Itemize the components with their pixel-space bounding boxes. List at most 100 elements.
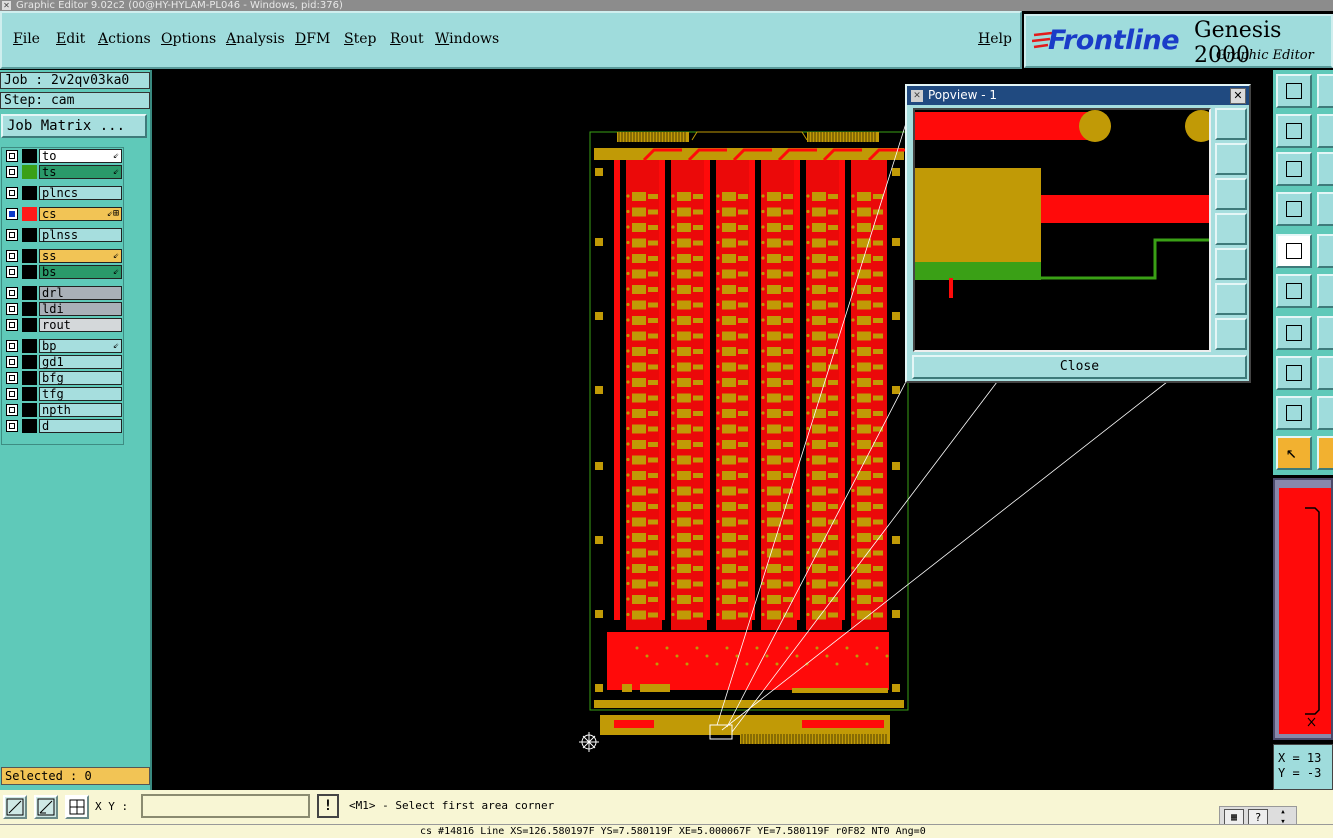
draw-line-button-alt[interactable]: [1317, 316, 1333, 350]
layer-checkbox[interactable]: [6, 388, 18, 400]
connectivity-button-alt[interactable]: [1317, 274, 1333, 308]
layer-name[interactable]: ss ⇙: [39, 249, 122, 263]
popview-close-button[interactable]: Close: [912, 355, 1247, 379]
layer-name[interactable]: d: [39, 419, 122, 433]
popview-zoom-out-button[interactable]: [1215, 283, 1247, 315]
layer-row-gd1[interactable]: gd1: [4, 355, 122, 369]
popview-pan-right-button[interactable]: [1215, 248, 1247, 280]
layer-checkbox[interactable]: [6, 166, 18, 178]
layer-checkbox[interactable]: [6, 266, 18, 278]
draw-line-button[interactable]: [1276, 316, 1312, 350]
menu-rout[interactable]: Rout: [390, 31, 424, 47]
menu-windows[interactable]: Windows: [435, 31, 499, 47]
layer-checkbox[interactable]: [6, 404, 18, 416]
layer-color-swatch: [22, 228, 37, 242]
layer-row-plncs[interactable]: plncs: [4, 186, 122, 200]
menu-file[interactable]: File: [13, 31, 40, 47]
add-polygon-button-alt[interactable]: [1317, 396, 1333, 430]
zoom-area-tool-button[interactable]: [3, 795, 27, 819]
popview-close-icon[interactable]: ✕: [1230, 88, 1246, 104]
layer-name[interactable]: plnss: [39, 228, 122, 242]
menu-dfm[interactable]: DFM: [295, 31, 330, 47]
menu-analysis[interactable]: Analysis: [226, 31, 285, 47]
popview-title-bar[interactable]: ✕ Popview - 1 ✕: [907, 86, 1249, 105]
warning-button[interactable]: !: [317, 794, 339, 818]
popview-zoomed-view[interactable]: [913, 108, 1211, 352]
layer-row-ss[interactable]: ss ⇙: [4, 249, 122, 263]
layer-row-bs[interactable]: bs ⇙: [4, 265, 122, 279]
layer-checkbox[interactable]: [6, 356, 18, 368]
layer-row-ldi[interactable]: ldi: [4, 302, 122, 316]
layer-row-drl[interactable]: drl: [4, 286, 122, 300]
overview-minimap[interactable]: [1273, 478, 1333, 740]
layer-name[interactable]: gd1: [39, 355, 122, 369]
xy-input[interactable]: [141, 794, 310, 818]
layer-name[interactable]: cs ⇙⊞: [39, 207, 122, 221]
menu-bar: File Edit Actions Options Analysis DFM S…: [0, 11, 1022, 69]
fit-view-button-alt[interactable]: [1317, 152, 1333, 186]
add-pad-button-alt[interactable]: [1317, 356, 1333, 390]
layer-checkbox[interactable]: [6, 303, 18, 315]
select-pointer-button[interactable]: ↖: [1276, 436, 1312, 470]
menu-options[interactable]: Options: [161, 31, 216, 47]
layer-checkbox[interactable]: [6, 420, 18, 432]
layer-checkbox[interactable]: [6, 208, 18, 220]
layer-row-npth[interactable]: npth: [4, 403, 122, 417]
menu-actions[interactable]: Actions: [98, 31, 151, 47]
layer-row-tfg[interactable]: tfg: [4, 387, 122, 401]
layer-checkbox[interactable]: [6, 250, 18, 262]
back-button[interactable]: [1276, 114, 1312, 148]
popview-pan-up-button[interactable]: [1215, 143, 1247, 175]
open-job-button-alt[interactable]: [1317, 74, 1333, 108]
fit-view-button[interactable]: [1276, 152, 1312, 186]
layer-checkbox[interactable]: [6, 229, 18, 241]
layer-row-bp[interactable]: bp ⇙: [4, 339, 122, 353]
connectivity-button[interactable]: [1276, 274, 1312, 308]
menu-help[interactable]: Help: [978, 31, 1012, 47]
record-button[interactable]: [1276, 234, 1312, 268]
layer-row-plnss[interactable]: plnss: [4, 228, 122, 242]
add-pad-button[interactable]: [1276, 356, 1312, 390]
layer-checkbox[interactable]: [6, 150, 18, 162]
properties-button-alt[interactable]: [1317, 192, 1333, 226]
back-button-alt[interactable]: [1317, 114, 1333, 148]
layer-name[interactable]: to ⇙: [39, 149, 122, 163]
menu-step[interactable]: Step: [344, 31, 376, 47]
layer-name[interactable]: bp ⇙: [39, 339, 122, 353]
popview-window: ✕ Popview - 1 ✕ Close: [905, 84, 1251, 383]
layer-name[interactable]: bs ⇙: [39, 265, 122, 279]
layer-checkbox[interactable]: [6, 187, 18, 199]
properties-button[interactable]: [1276, 192, 1312, 226]
select-pointer-button-alt[interactable]: [1317, 436, 1333, 470]
popview-fit-button[interactable]: [1215, 318, 1247, 350]
layer-name[interactable]: bfg: [39, 371, 122, 385]
measure-tool-button[interactable]: [34, 795, 58, 819]
record-icon: [1286, 243, 1302, 259]
layer-checkbox[interactable]: [6, 372, 18, 384]
layer-row-cs[interactable]: cs ⇙⊞: [4, 207, 122, 221]
popview-pan-left-button[interactable]: [1215, 213, 1247, 245]
layer-name[interactable]: rout: [39, 318, 122, 332]
layer-name[interactable]: ts ⇙: [39, 165, 122, 179]
open-job-button[interactable]: [1276, 74, 1312, 108]
layer-name[interactable]: npth: [39, 403, 122, 417]
layer-row-to[interactable]: to ⇙: [4, 149, 122, 163]
job-matrix-button[interactable]: Job Matrix ...: [1, 114, 147, 138]
layer-name[interactable]: ldi: [39, 302, 122, 316]
record-button-alt[interactable]: [1317, 234, 1333, 268]
layer-checkbox[interactable]: [6, 340, 18, 352]
layer-row-ts[interactable]: ts ⇙: [4, 165, 122, 179]
layer-row-d[interactable]: d: [4, 419, 122, 433]
layer-row-bfg[interactable]: bfg: [4, 371, 122, 385]
layer-name[interactable]: plncs: [39, 186, 122, 200]
grid-snap-button[interactable]: [65, 795, 89, 819]
popview-zoom-in-button[interactable]: [1215, 108, 1247, 140]
add-polygon-button[interactable]: [1276, 396, 1312, 430]
layer-checkbox[interactable]: [6, 319, 18, 331]
layer-checkbox[interactable]: [6, 287, 18, 299]
layer-name[interactable]: tfg: [39, 387, 122, 401]
layer-row-rout[interactable]: rout: [4, 318, 122, 332]
popview-pan-down-button[interactable]: [1215, 178, 1247, 210]
layer-name[interactable]: drl: [39, 286, 122, 300]
menu-edit[interactable]: Edit: [56, 31, 85, 47]
